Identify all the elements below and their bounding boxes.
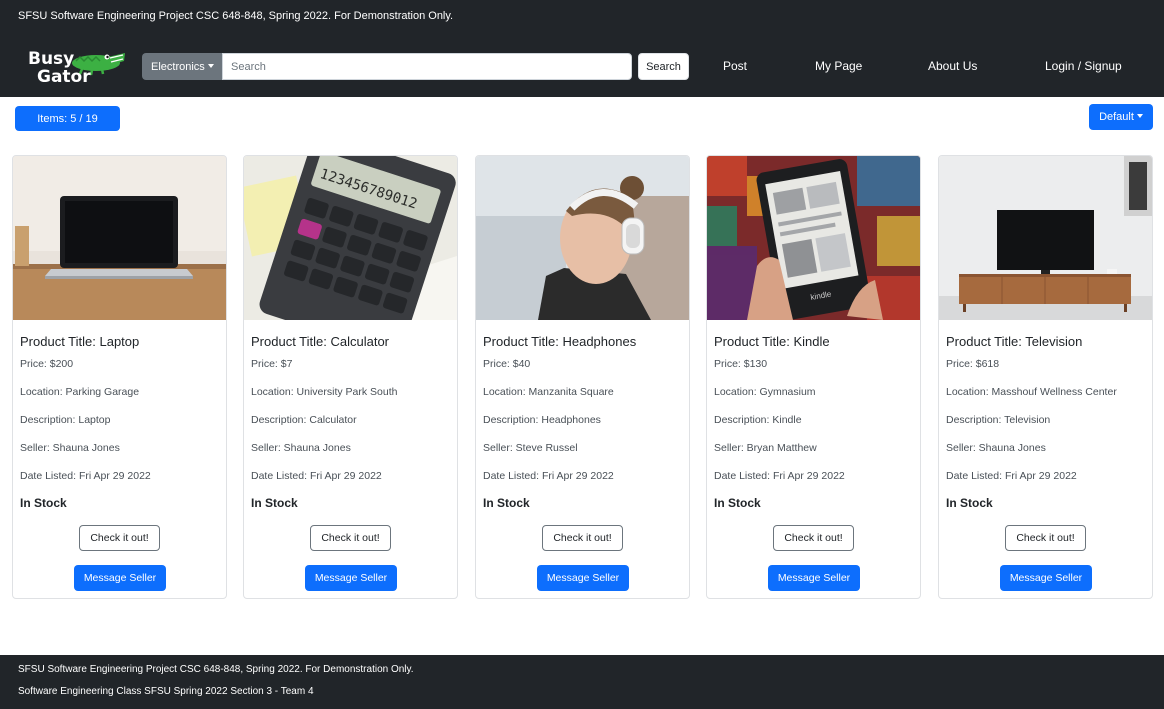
nav-about-us[interactable]: About Us [928,59,977,73]
check-it-out-button[interactable]: Check it out! [773,525,854,551]
navbar: Busy Gator Electronics Search Post My Pa… [0,36,1164,97]
product-location: Location: University Park South [251,386,398,398]
product-date: Date Listed: Fri Apr 29 2022 [483,470,614,482]
logo-text-gator: Gator [37,67,91,87]
product-image-television[interactable] [939,156,1152,320]
product-price: Price: $200 [20,358,74,370]
caret-down-icon [1136,114,1143,118]
product-location: Location: Manzanita Square [483,386,614,398]
product-price: Price: $7 [251,358,293,370]
check-it-out-button[interactable]: Check it out! [1005,525,1086,551]
stock-status: In Stock [714,496,761,510]
product-description: Description: Calculator [251,414,357,426]
nav-login-signup[interactable]: Login / Signup [1045,59,1122,73]
product-title: Product Title: Headphones [483,334,637,349]
demo-banner-text: SFSU Software Engineering Project CSC 64… [18,10,454,22]
message-seller-button[interactable]: Message Seller [74,565,166,591]
sort-dropdown[interactable]: Default [1089,104,1153,130]
demo-banner: SFSU Software Engineering Project CSC 64… [0,0,1164,36]
product-title: Product Title: Kindle [714,334,830,349]
product-seller: Seller: Shauna Jones [251,442,351,454]
product-card-kindle: kindle Product Title: Kindle Price: $130… [706,155,921,599]
sort-label: Default [1099,111,1134,123]
product-image-calculator[interactable]: 123456789012 [244,156,457,320]
product-description: Description: Television [946,414,1051,426]
product-location: Location: Parking Garage [20,386,140,398]
items-count-button[interactable]: Items: 5 / 19 [15,106,120,131]
product-location: Location: Masshouf Wellness Center [946,386,1117,398]
product-card-television: Product Title: Television Price: $618 Lo… [938,155,1153,599]
nav-my-page[interactable]: My Page [815,59,862,73]
product-image-laptop[interactable] [13,156,226,320]
product-image-kindle[interactable]: kindle [707,156,920,320]
product-price: Price: $618 [946,358,1000,370]
product-description: Description: Kindle [714,414,802,426]
message-seller-button[interactable]: Message Seller [768,565,860,591]
footer: SFSU Software Engineering Project CSC 64… [0,655,1164,709]
category-dropdown[interactable]: Electronics [142,53,222,80]
product-date: Date Listed: Fri Apr 29 2022 [714,470,845,482]
stock-status: In Stock [483,496,530,510]
product-title: Product Title: Television [946,334,1083,349]
busy-gator-logo[interactable]: Busy Gator [26,44,126,90]
product-seller: Seller: Steve Russel [483,442,578,454]
product-price: Price: $130 [714,358,768,370]
product-image-headphones[interactable] [476,156,689,320]
product-card-calculator: 123456789012 Product Title: Calculator P… [243,155,458,599]
stock-status: In Stock [20,496,67,510]
product-seller: Seller: Bryan Matthew [714,442,817,454]
product-card-headphones: Product Title: Headphones Price: $40 Loc… [475,155,690,599]
product-description: Description: Laptop [20,414,111,426]
product-date: Date Listed: Fri Apr 29 2022 [251,470,382,482]
product-seller: Seller: Shauna Jones [946,442,1046,454]
product-seller: Seller: Shauna Jones [20,442,120,454]
stock-status: In Stock [251,496,298,510]
product-description: Description: Headphones [483,414,601,426]
check-it-out-button[interactable]: Check it out! [542,525,623,551]
stock-status: In Stock [946,496,993,510]
product-location: Location: Gymnasium [714,386,816,398]
message-seller-button[interactable]: Message Seller [305,565,397,591]
product-title: Product Title: Laptop [20,334,140,349]
caret-down-icon [207,63,214,68]
product-date: Date Listed: Fri Apr 29 2022 [946,470,1077,482]
nav-post[interactable]: Post [723,59,747,73]
message-seller-button[interactable]: Message Seller [537,565,629,591]
product-title: Product Title: Calculator [251,334,390,349]
category-label: Electronics [151,60,205,73]
footer-line-1: SFSU Software Engineering Project CSC 64… [18,664,414,675]
product-card-laptop: Product Title: Laptop Price: $200 Locati… [12,155,227,599]
footer-line-2: Software Engineering Class SFSU Spring 2… [18,686,314,697]
search-button[interactable]: Search [638,53,689,80]
message-seller-button[interactable]: Message Seller [1000,565,1092,591]
search-input[interactable] [222,53,632,80]
check-it-out-button[interactable]: Check it out! [79,525,160,551]
product-price: Price: $40 [483,358,531,370]
check-it-out-button[interactable]: Check it out! [310,525,391,551]
product-date: Date Listed: Fri Apr 29 2022 [20,470,151,482]
